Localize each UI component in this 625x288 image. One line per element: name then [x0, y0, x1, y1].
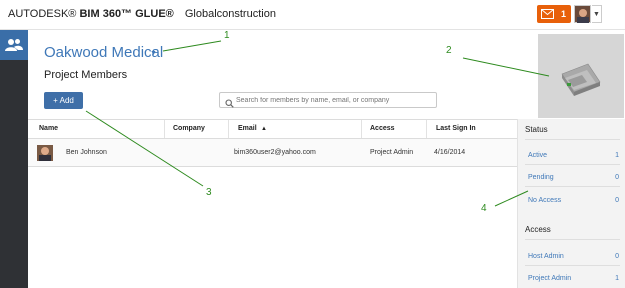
- callout-4: 4: [481, 203, 487, 214]
- search-icon: [225, 95, 234, 113]
- status-count-active: 1: [615, 152, 619, 159]
- left-rail: [0, 30, 28, 288]
- callout-1: 1: [224, 30, 230, 41]
- member-search[interactable]: [219, 92, 437, 108]
- callout-line-2: [462, 57, 550, 77]
- section-title: Project Members: [44, 69, 128, 81]
- status-filter-active[interactable]: Active: [528, 152, 547, 159]
- project-title[interactable]: Oakwood Medical: [44, 44, 163, 61]
- sort-asc-icon[interactable]: ▲: [261, 126, 267, 132]
- member-email: bim360user2@yahoo.com: [234, 149, 316, 156]
- search-input[interactable]: [236, 93, 434, 107]
- members-table: Name Company Email ▲ Access Last Sign In…: [28, 119, 517, 167]
- mail-icon: [541, 9, 554, 21]
- brand: AUTODESK® BIM 360™ GLUE® Globalconstruct…: [8, 8, 276, 20]
- member-access: Project Admin: [370, 149, 414, 156]
- top-bar: AUTODESK® BIM 360™ GLUE® Globalconstruct…: [0, 0, 625, 30]
- table-header: Name Company Email ▲ Access Last Sign In: [28, 119, 517, 139]
- table-row[interactable]: Ben Johnson bim360user2@yahoo.com Projec…: [28, 139, 517, 167]
- callout-line-1: [162, 40, 222, 52]
- user-menu-chevron-down-icon[interactable]: ▼: [592, 5, 602, 23]
- callout-3: 3: [206, 187, 212, 198]
- col-access[interactable]: Access: [370, 125, 395, 132]
- project-chevron-down-icon[interactable]: ▼: [150, 50, 157, 57]
- add-member-button[interactable]: + Add: [44, 92, 83, 109]
- status-filter-no-access[interactable]: No Access: [528, 197, 561, 204]
- notification-count: 1: [561, 9, 567, 19]
- brand-product: BIM 360™ GLUE®: [79, 8, 174, 20]
- model-thumbnail[interactable]: [538, 34, 624, 118]
- notifications-button[interactable]: 1: [537, 5, 571, 23]
- members-icon: [5, 38, 23, 56]
- access-count-project-admin: 1: [615, 275, 619, 282]
- avatar: [37, 145, 53, 161]
- access-filter-host-admin[interactable]: Host Admin: [528, 253, 564, 260]
- status-filter-pending[interactable]: Pending: [528, 174, 554, 181]
- access-count-host-admin: 0: [615, 253, 619, 260]
- user-avatar[interactable]: [574, 5, 591, 23]
- access-heading: Access: [525, 225, 551, 234]
- status-heading: Status: [525, 125, 548, 134]
- status-count-pending: 0: [615, 174, 619, 181]
- col-last-sign-in[interactable]: Last Sign In: [436, 125, 476, 132]
- status-panel: Status Active 1 Pending 0 No Access 0 Ac…: [517, 119, 625, 288]
- app-window: AUTODESK® BIM 360™ GLUE® Globalconstruct…: [0, 0, 625, 288]
- project-group-name[interactable]: Globalconstruction: [185, 8, 276, 20]
- members-nav-item[interactable]: [0, 30, 28, 60]
- col-name[interactable]: Name: [39, 125, 58, 132]
- col-company[interactable]: Company: [173, 125, 205, 132]
- status-count-no-access: 0: [615, 197, 619, 204]
- brand-prefix: AUTODESK®: [8, 8, 77, 20]
- member-last-sign-in: 4/16/2014: [434, 149, 466, 156]
- callout-2: 2: [446, 45, 452, 56]
- access-filter-project-admin[interactable]: Project Admin: [528, 275, 571, 282]
- col-email[interactable]: Email: [238, 125, 257, 132]
- member-name[interactable]: Ben Johnson: [66, 149, 107, 156]
